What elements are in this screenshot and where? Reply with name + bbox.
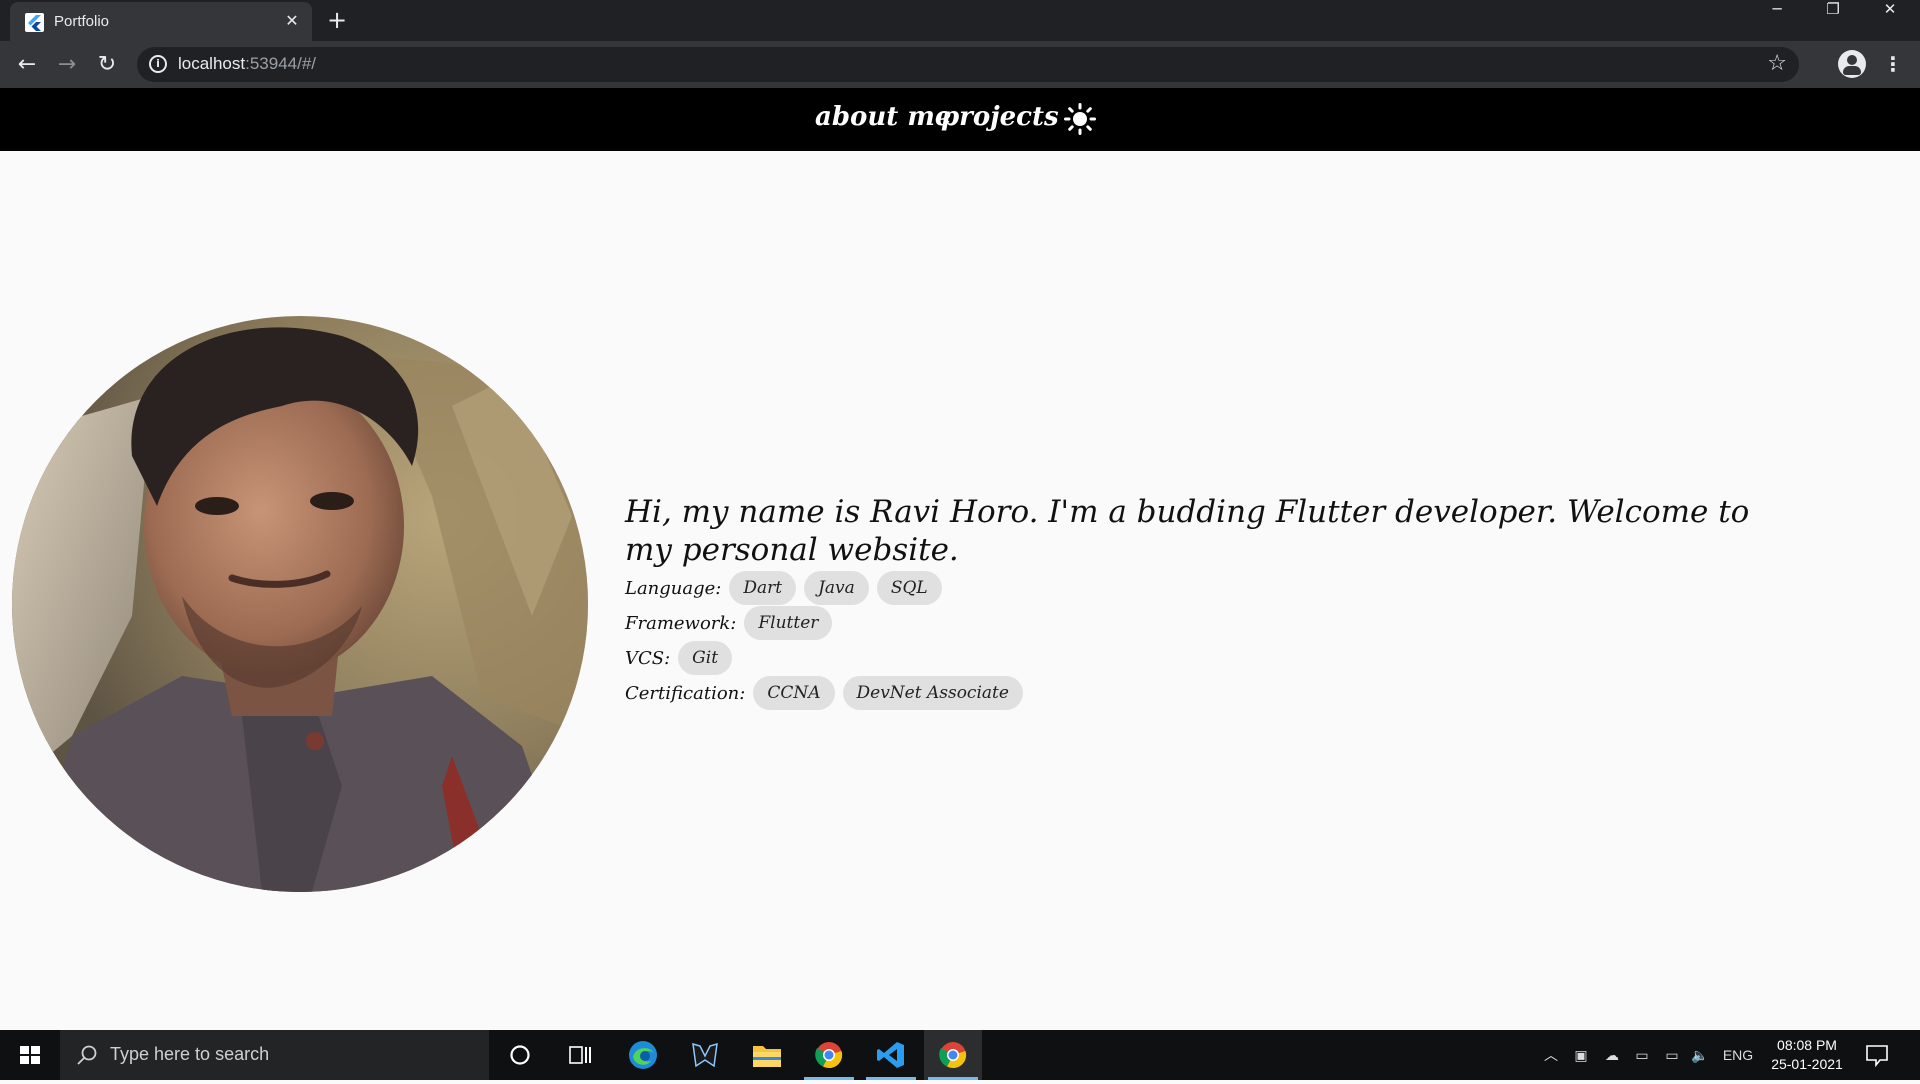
minimize-button[interactable]: ─ [1749, 0, 1805, 41]
skill-chip: DevNet Associate [842, 676, 1023, 710]
profile-photo [12, 316, 588, 892]
browser-tab-strip: Portfolio ✕ + ─ ❐ ✕ [0, 0, 1920, 41]
clock-date: 25-01-2021 [1771, 1056, 1843, 1072]
reload-icon[interactable]: ↻ [93, 51, 121, 79]
input-language-indicator[interactable]: ENG [1718, 1030, 1758, 1080]
skill-chip: Dart [729, 571, 797, 605]
new-tab-button[interactable]: + [324, 8, 350, 34]
sun-icon[interactable] [1064, 103, 1096, 135]
cortana-icon[interactable] [491, 1030, 549, 1080]
intro-text: Hi, my name is Ravi Horo. I'm a budding … [625, 494, 1750, 568]
skill-row-language: Language: Dart Java SQL [625, 571, 942, 605]
search-placeholder: Type here to search [110, 1044, 270, 1064]
info-icon[interactable]: i [149, 55, 167, 73]
skill-label: VCS: [625, 647, 671, 669]
back-arrow-icon[interactable]: ← [13, 51, 41, 79]
vscode-icon[interactable] [862, 1030, 920, 1080]
skill-chip: Java [804, 571, 869, 605]
tab-close-icon[interactable]: ✕ [282, 11, 302, 31]
skill-row-framework: Framework: Flutter [625, 606, 833, 640]
windows-taskbar: Type here to search ︿ ▣ ☁ ▭ ▭ 🔈 ENG 08:0… [0, 1030, 1920, 1080]
task-view-icon[interactable] [551, 1030, 609, 1080]
skill-chip: Git [678, 641, 733, 675]
skill-row-certification: Certification: CCNA DevNet Associate [625, 676, 1023, 710]
taskbar-search-box[interactable]: Type here to search [60, 1030, 489, 1080]
volume-icon[interactable]: 🔈 [1686, 1030, 1714, 1080]
action-center-icon[interactable] [1864, 1042, 1890, 1068]
tab-title: Portfolio [54, 13, 110, 30]
flutter-favicon-icon [25, 13, 44, 32]
file-explorer-icon[interactable] [738, 1030, 796, 1080]
nav-projects-link[interactable]: projects [941, 102, 1059, 132]
show-hidden-icons-chevron-icon[interactable]: ︿ [1538, 1030, 1564, 1080]
restore-button[interactable]: ❐ [1805, 0, 1861, 41]
site-header: about me projects [0, 88, 1920, 151]
profile-avatar-icon[interactable] [1838, 50, 1866, 78]
skill-label: Language: [625, 577, 722, 599]
kebab-menu-icon[interactable]: ⋮ [1883, 51, 1903, 79]
edge-browser-icon[interactable] [614, 1030, 672, 1080]
network-icon[interactable]: ▭ [1628, 1030, 1656, 1080]
browser-toolbar: ← → ↻ i localhost:53944/#/ ☆ ⋮ [0, 41, 1920, 88]
skill-row-vcs: VCS: Git [625, 641, 733, 675]
predator-sense-icon[interactable] [676, 1030, 734, 1080]
skill-label: Framework: [625, 612, 737, 634]
url-text: localhost:53944/#/ [178, 54, 317, 73]
battery-icon[interactable]: ▭ [1658, 1030, 1686, 1080]
chrome-active-icon[interactable] [924, 1030, 982, 1080]
page-content: Hi, my name is Ravi Horo. I'm a budding … [0, 151, 1920, 1030]
onedrive-cloud-icon[interactable]: ☁ [1598, 1030, 1626, 1080]
skill-chip: CCNA [753, 676, 835, 710]
skill-chip: Flutter [744, 606, 833, 640]
search-icon [77, 1045, 97, 1065]
windows-start-icon[interactable] [0, 1030, 60, 1080]
skill-label: Certification: [625, 682, 746, 704]
clock-time: 08:08 PM [1777, 1037, 1837, 1053]
close-window-button[interactable]: ✕ [1862, 0, 1918, 41]
chrome-icon[interactable] [800, 1030, 858, 1080]
system-clock[interactable]: 08:08 PM 25-01-2021 [1763, 1036, 1851, 1074]
nav-about-me-link[interactable]: about me [815, 102, 951, 132]
skill-chip: SQL [876, 571, 942, 605]
meet-now-icon[interactable]: ▣ [1568, 1030, 1594, 1080]
address-bar[interactable]: i localhost:53944/#/ ☆ [137, 47, 1799, 82]
forward-arrow-icon[interactable]: → [53, 51, 81, 79]
browser-tab[interactable]: Portfolio ✕ [10, 2, 312, 41]
bookmark-star-icon[interactable]: ☆ [1767, 51, 1787, 76]
